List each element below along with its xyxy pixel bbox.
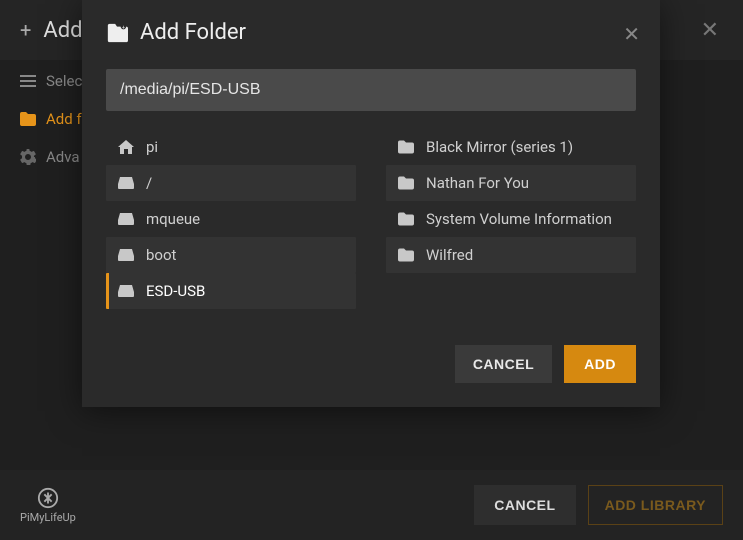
modal-title: Add Folder xyxy=(140,20,246,45)
folder-label: System Volume Information xyxy=(426,210,612,228)
drive-label: boot xyxy=(146,246,176,264)
drive-label: ESD-USB xyxy=(146,282,205,300)
drives-column: pi / mqueue boot ESD-USB xyxy=(106,129,356,309)
drive-item-boot[interactable]: boot xyxy=(106,237,356,273)
bottom-bar: PiMyLifeUp CANCEL ADD LIBRARY xyxy=(0,470,743,540)
plus-icon: + xyxy=(20,18,31,42)
folder-icon xyxy=(398,248,414,262)
list-icon xyxy=(20,73,36,89)
folder-icon xyxy=(20,111,36,127)
modal-close-button[interactable]: ✕ xyxy=(623,22,640,47)
logo-text: PiMyLifeUp xyxy=(20,511,76,524)
folder-item-black-mirror--series-1-[interactable]: Black Mirror (series 1) xyxy=(386,129,636,165)
drive-item--[interactable]: / xyxy=(106,165,356,201)
drive-label: pi xyxy=(146,138,158,156)
folder-label: Black Mirror (series 1) xyxy=(426,138,573,156)
modal-header: + Add Folder ✕ xyxy=(82,0,660,63)
folders-column: Black Mirror (series 1) Nathan For You Sys… xyxy=(386,129,636,309)
folder-label: Nathan For You xyxy=(426,174,529,192)
add-library-button[interactable]: ADD LIBRARY xyxy=(588,485,723,525)
step-add-folder-label: Add f xyxy=(46,110,82,128)
home-icon xyxy=(118,140,134,154)
drive-icon xyxy=(118,176,134,190)
drive-icon xyxy=(118,212,134,226)
svg-text:+: + xyxy=(122,24,125,30)
drive-label: mqueue xyxy=(146,210,200,228)
drive-label: / xyxy=(146,174,152,192)
gear-icon xyxy=(20,149,36,165)
folder-icon xyxy=(398,176,414,190)
folder-item-wilfred[interactable]: Wilfred xyxy=(386,237,636,273)
modal-actions: CANCEL ADD xyxy=(82,309,660,387)
logo-icon xyxy=(37,487,59,509)
folder-item-system-volume-information[interactable]: System Volume Information xyxy=(386,201,636,237)
path-input[interactable] xyxy=(106,69,636,111)
add-folder-modal: + Add Folder ✕ pi / mqueue boot ESD-USB Blac… xyxy=(82,0,660,407)
add-button[interactable]: ADD xyxy=(564,345,636,383)
drive-item-pi[interactable]: pi xyxy=(106,129,356,165)
folder-add-icon: + xyxy=(106,22,128,44)
folder-icon xyxy=(398,140,414,154)
folder-columns: pi / mqueue boot ESD-USB Black Mirror (serie… xyxy=(82,129,660,309)
drive-item-esd-usb[interactable]: ESD-USB xyxy=(106,273,356,309)
drive-icon xyxy=(118,284,134,298)
background-title: Add xyxy=(43,18,82,43)
bottom-cancel-button[interactable]: CANCEL xyxy=(474,485,575,525)
bottom-actions: CANCEL ADD LIBRARY xyxy=(474,485,723,525)
folder-label: Wilfred xyxy=(426,246,473,264)
folder-item-nathan-for-you[interactable]: Nathan For You xyxy=(386,165,636,201)
folder-icon xyxy=(398,212,414,226)
drive-item-mqueue[interactable]: mqueue xyxy=(106,201,356,237)
cancel-button[interactable]: CANCEL xyxy=(455,345,552,383)
logo: PiMyLifeUp xyxy=(20,487,76,524)
background-close-icon[interactable]: ✕ xyxy=(701,18,719,43)
drive-icon xyxy=(118,248,134,262)
step-advanced-label: Adva xyxy=(46,148,80,166)
